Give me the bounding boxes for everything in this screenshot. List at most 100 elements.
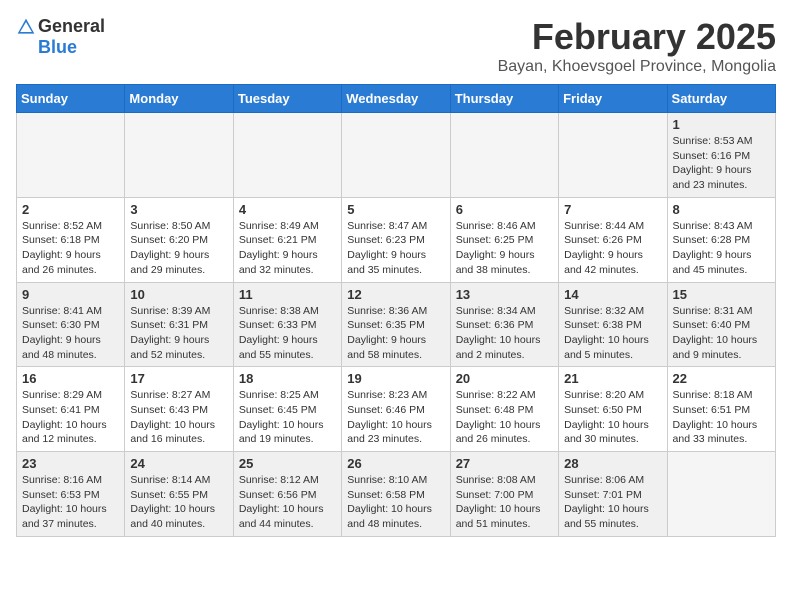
- calendar-cell: [125, 113, 233, 198]
- calendar-cell: [450, 113, 558, 198]
- weekday-header-friday: Friday: [559, 85, 667, 113]
- day-number: 4: [239, 202, 336, 217]
- weekday-header-tuesday: Tuesday: [233, 85, 341, 113]
- calendar-cell: 4 Sunrise: 8:49 AM Sunset: 6:21 PM Daylig…: [233, 197, 341, 282]
- day-info: Sunrise: 8:14 AM Sunset: 6:55 PM Dayligh…: [130, 473, 227, 532]
- calendar-cell: 21 Sunrise: 8:20 AM Sunset: 6:50 PM Dayli…: [559, 367, 667, 452]
- calendar-cell: 17 Sunrise: 8:27 AM Sunset: 6:43 PM Dayli…: [125, 367, 233, 452]
- day-info: Sunrise: 8:49 AM Sunset: 6:21 PM Dayligh…: [239, 219, 336, 278]
- calendar-cell: 12 Sunrise: 8:36 AM Sunset: 6:35 PM Dayli…: [342, 282, 450, 367]
- calendar-cell: 27Sunrise: 8:08 AM Sunset: 7:00 PM Dayli…: [450, 452, 558, 537]
- day-number: 26: [347, 456, 444, 471]
- day-info: Sunrise: 8:31 AM Sunset: 6:40 PM Dayligh…: [673, 304, 770, 363]
- day-info: Sunrise: 8:53 AM Sunset: 6:16 PM Dayligh…: [673, 134, 770, 193]
- day-number: 24: [130, 456, 227, 471]
- day-info: Sunrise: 8:25 AM Sunset: 6:45 PM Dayligh…: [239, 388, 336, 447]
- calendar-cell: 2 Sunrise: 8:52 AM Sunset: 6:18 PM Daylig…: [17, 197, 125, 282]
- day-info: Sunrise: 8:38 AM Sunset: 6:33 PM Dayligh…: [239, 304, 336, 363]
- calendar-cell: 9 Sunrise: 8:41 AM Sunset: 6:30 PM Daylig…: [17, 282, 125, 367]
- day-number: 15: [673, 287, 770, 302]
- day-info: Sunrise: 8:10 AM Sunset: 6:58 PM Dayligh…: [347, 473, 444, 532]
- day-number: 9: [22, 287, 119, 302]
- month-title: February 2025: [498, 16, 776, 58]
- day-info: Sunrise: 8:12 AM Sunset: 6:56 PM Dayligh…: [239, 473, 336, 532]
- calendar-cell: 14 Sunrise: 8:32 AM Sunset: 6:38 PM Dayli…: [559, 282, 667, 367]
- calendar-cell: 18 Sunrise: 8:25 AM Sunset: 6:45 PM Dayli…: [233, 367, 341, 452]
- day-number: 5: [347, 202, 444, 217]
- title-area: February 2025 Bayan, Khoevsgoel Province…: [498, 16, 776, 76]
- day-info: Sunrise: 8:52 AM Sunset: 6:18 PM Dayligh…: [22, 219, 119, 278]
- day-info: Sunrise: 8:23 AM Sunset: 6:46 PM Dayligh…: [347, 388, 444, 447]
- day-number: 28: [564, 456, 661, 471]
- calendar-cell: [342, 113, 450, 198]
- day-number: 3: [130, 202, 227, 217]
- day-number: 11: [239, 287, 336, 302]
- day-info: Sunrise: 8:06 AM Sunset: 7:01 PM Dayligh…: [564, 473, 661, 532]
- weekday-header-saturday: Saturday: [667, 85, 775, 113]
- calendar-cell: 25Sunrise: 8:12 AM Sunset: 6:56 PM Dayli…: [233, 452, 341, 537]
- calendar-cell: 10 Sunrise: 8:39 AM Sunset: 6:31 PM Dayli…: [125, 282, 233, 367]
- calendar-cell: 28 Sunrise: 8:06 AM Sunset: 7:01 PM Dayli…: [559, 452, 667, 537]
- day-info: Sunrise: 8:27 AM Sunset: 6:43 PM Dayligh…: [130, 388, 227, 447]
- day-number: 21: [564, 371, 661, 386]
- day-info: Sunrise: 8:41 AM Sunset: 6:30 PM Dayligh…: [22, 304, 119, 363]
- calendar-cell: 8 Sunrise: 8:43 AM Sunset: 6:28 PM Daylig…: [667, 197, 775, 282]
- calendar-cell: [17, 113, 125, 198]
- day-info: Sunrise: 8:20 AM Sunset: 6:50 PM Dayligh…: [564, 388, 661, 447]
- calendar-cell: 15 Sunrise: 8:31 AM Sunset: 6:40 PM Dayli…: [667, 282, 775, 367]
- day-number: 12: [347, 287, 444, 302]
- calendar-cell: 24 Sunrise: 8:14 AM Sunset: 6:55 PM Dayli…: [125, 452, 233, 537]
- calendar-week-row: 16 Sunrise: 8:29 AM Sunset: 6:41 PM Dayli…: [17, 367, 776, 452]
- day-number: 19: [347, 371, 444, 386]
- calendar-cell: [559, 113, 667, 198]
- calendar-cell: 7 Sunrise: 8:44 AM Sunset: 6:26 PM Daylig…: [559, 197, 667, 282]
- weekday-header-row: SundayMondayTuesdayWednesdayThursdayFrid…: [17, 85, 776, 113]
- day-number: 8: [673, 202, 770, 217]
- day-info: Sunrise: 8:50 AM Sunset: 6:20 PM Dayligh…: [130, 219, 227, 278]
- day-number: 7: [564, 202, 661, 217]
- day-info: Sunrise: 8:29 AM Sunset: 6:41 PM Dayligh…: [22, 388, 119, 447]
- logo-blue-text: Blue: [38, 37, 77, 58]
- calendar-cell: 26 Sunrise: 8:10 AM Sunset: 6:58 PM Dayli…: [342, 452, 450, 537]
- calendar-cell: 3 Sunrise: 8:50 AM Sunset: 6:20 PM Daylig…: [125, 197, 233, 282]
- day-info: Sunrise: 8:22 AM Sunset: 6:48 PM Dayligh…: [456, 388, 553, 447]
- day-info: Sunrise: 8:32 AM Sunset: 6:38 PM Dayligh…: [564, 304, 661, 363]
- day-number: 6: [456, 202, 553, 217]
- day-info: Sunrise: 8:16 AM Sunset: 6:53 PM Dayligh…: [22, 473, 119, 532]
- calendar-cell: 5Sunrise: 8:47 AM Sunset: 6:23 PM Daylig…: [342, 197, 450, 282]
- day-number: 23: [22, 456, 119, 471]
- day-number: 10: [130, 287, 227, 302]
- calendar-cell: [667, 452, 775, 537]
- day-info: Sunrise: 8:46 AM Sunset: 6:25 PM Dayligh…: [456, 219, 553, 278]
- day-number: 16: [22, 371, 119, 386]
- day-number: 17: [130, 371, 227, 386]
- day-info: Sunrise: 8:44 AM Sunset: 6:26 PM Dayligh…: [564, 219, 661, 278]
- day-info: Sunrise: 8:43 AM Sunset: 6:28 PM Dayligh…: [673, 219, 770, 278]
- calendar-cell: 11 Sunrise: 8:38 AM Sunset: 6:33 PM Dayli…: [233, 282, 341, 367]
- header: General Blue February 2025 Bayan, Khoevs…: [16, 16, 776, 76]
- calendar-week-row: 1Sunrise: 8:53 AM Sunset: 6:16 PM Daylig…: [17, 113, 776, 198]
- calendar-week-row: 9 Sunrise: 8:41 AM Sunset: 6:30 PM Daylig…: [17, 282, 776, 367]
- calendar-cell: 16 Sunrise: 8:29 AM Sunset: 6:41 PM Dayli…: [17, 367, 125, 452]
- day-info: Sunrise: 8:36 AM Sunset: 6:35 PM Dayligh…: [347, 304, 444, 363]
- day-number: 18: [239, 371, 336, 386]
- calendar-table: SundayMondayTuesdayWednesdayThursdayFrid…: [16, 84, 776, 537]
- calendar-cell: 20 Sunrise: 8:22 AM Sunset: 6:48 PM Dayli…: [450, 367, 558, 452]
- day-info: Sunrise: 8:39 AM Sunset: 6:31 PM Dayligh…: [130, 304, 227, 363]
- weekday-header-monday: Monday: [125, 85, 233, 113]
- calendar-cell: 19 Sunrise: 8:23 AM Sunset: 6:46 PM Dayli…: [342, 367, 450, 452]
- day-number: 22: [673, 371, 770, 386]
- day-number: 20: [456, 371, 553, 386]
- day-number: 2: [22, 202, 119, 217]
- day-number: 13: [456, 287, 553, 302]
- weekday-header-thursday: Thursday: [450, 85, 558, 113]
- day-info: Sunrise: 8:18 AM Sunset: 6:51 PM Dayligh…: [673, 388, 770, 447]
- day-number: 14: [564, 287, 661, 302]
- calendar-cell: 1Sunrise: 8:53 AM Sunset: 6:16 PM Daylig…: [667, 113, 775, 198]
- calendar-cell: 6 Sunrise: 8:46 AM Sunset: 6:25 PM Daylig…: [450, 197, 558, 282]
- day-info: Sunrise: 8:34 AM Sunset: 6:36 PM Dayligh…: [456, 304, 553, 363]
- location-title: Bayan, Khoevsgoel Province, Mongolia: [498, 58, 776, 76]
- weekday-header-sunday: Sunday: [17, 85, 125, 113]
- logo-general-text: General: [38, 16, 105, 37]
- day-number: 27: [456, 456, 553, 471]
